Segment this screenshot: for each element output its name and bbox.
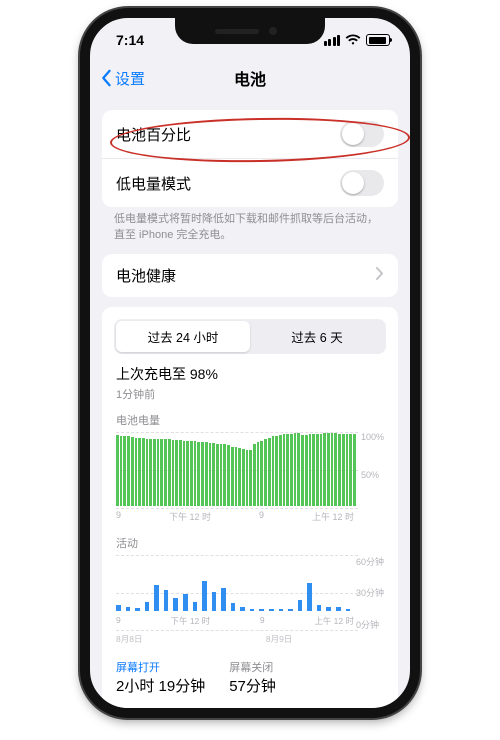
screen-on-metric: 屏幕打开 2小时 19分钟 [116,659,205,696]
chevron-left-icon [100,69,112,87]
xtick: 下午 12 时 [169,510,211,523]
last-charge: 上次充电至 98% 1分钟前 [102,354,398,404]
low-power-switch[interactable] [340,170,384,196]
row-battery-percent[interactable]: 电池百分比 [102,110,398,158]
screen-on-label: 屏幕打开 [116,659,205,675]
xtick: 9 [260,615,265,627]
group-battery-health: 电池健康 [102,254,398,297]
segment-24h[interactable]: 过去 24 小时 [116,321,250,352]
xtick: 9 [116,615,121,627]
wifi-icon [345,34,361,46]
ytick-0m: 0分钟 [356,618,384,631]
battery-level-label: 电池电量 [102,404,398,432]
xtick: 上午 12 时 [314,615,354,627]
segmented-control[interactable]: 过去 24 小时 过去 6 天 [114,319,386,354]
xtick-date: 8月8日 [116,633,142,645]
xtick: 上午 12 时 [312,510,354,523]
row-low-power[interactable]: 低电量模式 [102,158,398,207]
group-battery-toggles: 电池百分比 低电量模式 [102,110,398,207]
battery-level-chart: 100% 50% 9 下午 12 时 9 上午 12 时 [102,432,398,527]
activity-chart: 60分钟 30分钟 0分钟 9 下午 12 时 9 上午 12 时 8月8日 8… [102,555,398,649]
nav-bar: 设置 电池 [90,56,410,100]
signal-icon [324,35,341,46]
xtick: 9 [116,510,121,523]
screen-off-label: 屏幕关闭 [229,659,276,675]
notch [175,18,325,44]
screen-metrics: 屏幕打开 2小时 19分钟 屏幕关闭 57分钟 [102,649,398,708]
back-button[interactable]: 设置 [100,68,145,89]
low-power-note: 低电量模式将暂时降低如下载和邮件抓取等后台活动，直至 iPhone 完全充电。 [90,207,410,244]
screen-on-value: 2小时 19分钟 [116,675,205,696]
status-time: 7:14 [116,32,144,48]
screen-off-metric: 屏幕关闭 57分钟 [229,659,276,696]
last-charge-sub: 1分钟前 [116,386,384,402]
battery-icon [366,34,390,46]
phone-frame: 7:14 设置 电池 电池百分比 低电量模式 [80,8,420,718]
xtick: 9 [259,510,264,523]
battery-percent-label: 电池百分比 [116,124,191,145]
group-charts: 过去 24 小时 过去 6 天 上次充电至 98% 1分钟前 电池电量 100%… [102,307,398,708]
battery-health-label: 电池健康 [116,265,176,286]
page-title: 电池 [234,66,266,90]
back-label: 设置 [115,68,145,89]
screen-off-value: 57分钟 [229,675,276,696]
xtick: 下午 12 时 [170,615,210,627]
chevron-right-icon [376,267,384,284]
screen: 7:14 设置 电池 电池百分比 低电量模式 [90,18,410,708]
last-charge-title: 上次充电至 98% [116,364,384,384]
segment-6d[interactable]: 过去 6 天 [250,321,384,352]
battery-percent-switch[interactable] [340,121,384,147]
row-battery-health[interactable]: 电池健康 [102,254,398,297]
xtick-date: 8月9日 [266,633,292,645]
low-power-label: 低电量模式 [116,173,191,194]
activity-label: 活动 [102,527,398,555]
